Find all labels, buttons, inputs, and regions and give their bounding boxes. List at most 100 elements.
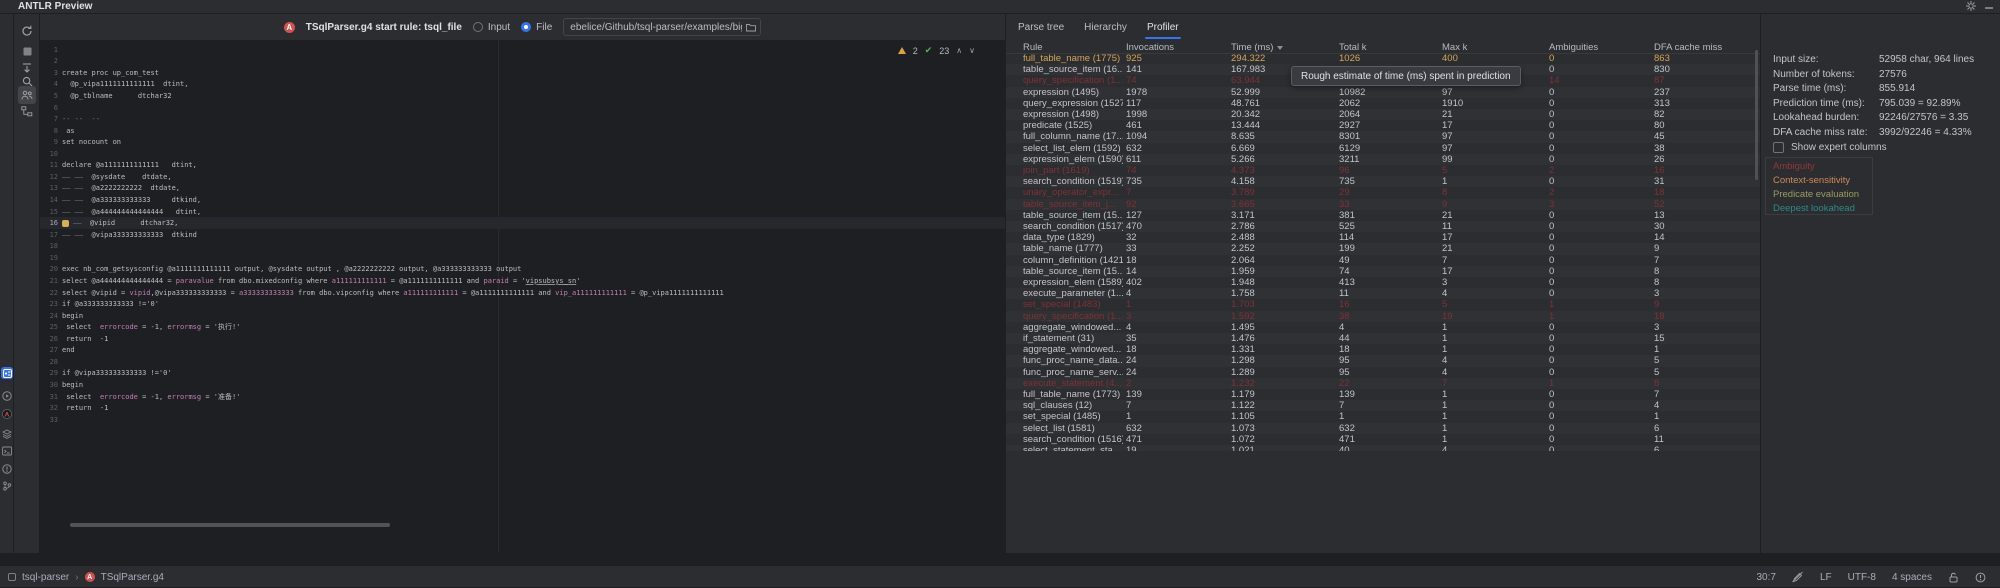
- value-cell: 17: [1442, 120, 1453, 131]
- column-header[interactable]: DFA cache miss: [1654, 42, 1722, 53]
- line-ending-selector[interactable]: LF: [1820, 572, 1832, 583]
- table-row[interactable]: predicate (1525)46113.444292717080: [1006, 120, 1760, 131]
- code-line: 8 as: [40, 125, 1005, 137]
- table-row[interactable]: expression (1495)197852.99910982970237: [1006, 87, 1760, 98]
- table-row[interactable]: search_condition (1516)4711.0724711011: [1006, 434, 1760, 445]
- code-token: paravalue: [176, 277, 214, 285]
- table-row[interactable]: join_part (1619)744.373965216: [1006, 165, 1760, 176]
- column-header[interactable]: Max k: [1442, 42, 1467, 53]
- rule-name-cell: aggregate_windowed...: [1023, 344, 1123, 355]
- input-radio-circle[interactable]: [473, 22, 483, 32]
- table-row[interactable]: query_expression (1527)11748.76120621910…: [1006, 98, 1760, 109]
- table-row[interactable]: full_column_name (17...10948.63583019704…: [1006, 131, 1760, 142]
- table-row[interactable]: func_proc_name_data...241.29895405: [1006, 355, 1760, 366]
- table-row[interactable]: query_specification (1...31.5923819118: [1006, 311, 1760, 322]
- file-radio-circle[interactable]: [521, 22, 531, 32]
- value-cell: 38: [1654, 143, 1665, 154]
- services-toolwindow-button[interactable]: [1, 428, 13, 440]
- table-row[interactable]: table_source_item (15...1273.17138121013: [1006, 210, 1760, 221]
- column-header[interactable]: Total k: [1339, 42, 1366, 53]
- value-cell: 1: [1442, 434, 1447, 445]
- refresh-icon[interactable]: [18, 22, 36, 40]
- table-row[interactable]: select_list_elem (1592)6326.669612997038: [1006, 143, 1760, 154]
- table-row[interactable]: select_list (1581)6321.073632106: [1006, 423, 1760, 434]
- column-header[interactable]: Rule: [1023, 42, 1043, 53]
- table-row[interactable]: expression_elem (1589)4021.948413308: [1006, 277, 1760, 288]
- folder-browse-icon[interactable]: [746, 23, 756, 32]
- unlock-icon[interactable]: [1948, 572, 1959, 583]
- terminal-toolwindow-button[interactable]: [1, 445, 13, 457]
- table-row[interactable]: table_source_item_j...923.665339352: [1006, 199, 1760, 210]
- inspections-widget[interactable]: 2 ✔ 23 ∧ ∨: [898, 45, 975, 56]
- value-cell: 8: [1442, 187, 1447, 198]
- tab-profiler[interactable]: Profiler: [1147, 14, 1179, 40]
- table-row[interactable]: set_special (1483)11.70316519: [1006, 299, 1760, 310]
- hide-tool-window-icon[interactable]: [1984, 1, 1994, 11]
- input-radio[interactable]: Input: [473, 22, 510, 33]
- line-number: 26: [40, 335, 58, 343]
- tab-hierarchy[interactable]: Hierarchy: [1084, 14, 1127, 40]
- input-file-field[interactable]: ebelice/Github/tsql-parser/examples/big.…: [563, 18, 761, 36]
- table-row[interactable]: expression_elem (1590)6115.266321199026: [1006, 154, 1760, 165]
- breadcrumb-file[interactable]: TSqlParser.g4: [101, 572, 164, 583]
- line-content: begin: [62, 381, 83, 389]
- table-row[interactable]: if_statement (31)351.476441015: [1006, 333, 1760, 344]
- problems-toolwindow-button[interactable]: [1, 463, 13, 475]
- table-row[interactable]: execute_statement (4...21.23222718: [1006, 378, 1760, 389]
- table-row[interactable]: sql_clauses (12)71.1227104: [1006, 400, 1760, 411]
- table-row[interactable]: set_special (1485)11.1051101: [1006, 411, 1760, 422]
- table-row[interactable]: expression (1498)199820.342206421082: [1006, 109, 1760, 120]
- caret-position[interactable]: 30:7: [1756, 572, 1775, 583]
- stop-icon[interactable]: [18, 42, 36, 60]
- column-header[interactable]: Time (ms): [1231, 42, 1283, 53]
- checkbox-box[interactable]: [1773, 142, 1784, 153]
- structure-icon[interactable]: [18, 102, 36, 120]
- table-row[interactable]: full_table_name (1775)925294.32210264000…: [1006, 53, 1760, 64]
- highlighting-disabled-icon[interactable]: [1792, 571, 1804, 583]
- ok-count: 23: [939, 46, 949, 56]
- table-vertical-scrollbar[interactable]: [1755, 50, 1758, 180]
- table-row[interactable]: unary_operator_expr...73.789298218: [1006, 187, 1760, 198]
- warning-count: 2: [913, 46, 918, 56]
- breadcrumb-project[interactable]: tsql-parser: [22, 572, 69, 583]
- antlr-preview-toolwindow-button[interactable]: [1, 367, 13, 379]
- table-row[interactable]: search_condition (1519)7354.1587351031: [1006, 176, 1760, 187]
- code-line: 14—— —— @a333333333333 dtkind,: [40, 194, 1005, 206]
- prev-problem-icon[interactable]: ∧: [956, 47, 962, 55]
- table-row[interactable]: search_condition (1517)4702.78652511030: [1006, 221, 1760, 232]
- column-header[interactable]: Ambiguities: [1549, 42, 1598, 53]
- indent-selector[interactable]: 4 spaces: [1892, 572, 1932, 583]
- value-cell: 0: [1549, 277, 1554, 288]
- horizontal-scrollbar[interactable]: [70, 523, 390, 527]
- line-content: —— —— @a2222222222 dtdate,: [62, 184, 180, 192]
- settings-gear-icon[interactable]: [1966, 1, 1976, 11]
- show-expert-columns-checkbox[interactable]: Show expert columns: [1773, 142, 1887, 153]
- tab-parse-tree[interactable]: Parse tree: [1018, 14, 1064, 40]
- table-row[interactable]: full_table_name (1773)1391.179139107: [1006, 389, 1760, 400]
- code-line: 27end: [40, 345, 1005, 357]
- intention-bulb-icon[interactable]: [62, 220, 69, 227]
- encoding-selector[interactable]: UTF-8: [1848, 572, 1876, 583]
- run-toolwindow-button[interactable]: [1, 390, 13, 402]
- notifications-icon[interactable]: [1975, 572, 1986, 583]
- antlr-toolwindow-button[interactable]: A: [1, 408, 13, 420]
- code-token: return -1: [62, 404, 108, 412]
- value-cell: 117: [1126, 98, 1141, 109]
- table-row[interactable]: table_source_item (15...141.959741708: [1006, 266, 1760, 277]
- value-cell: 0: [1549, 288, 1554, 299]
- file-radio[interactable]: File: [521, 22, 552, 33]
- next-problem-icon[interactable]: ∨: [969, 47, 975, 55]
- table-row[interactable]: execute_parameter (1...41.75811403: [1006, 288, 1760, 299]
- table-row[interactable]: func_proc_name_serv...241.28995405: [1006, 367, 1760, 378]
- table-row[interactable]: table_name (1777)332.2521992109: [1006, 243, 1760, 254]
- table-row[interactable]: column_definition (1421)182.06449707: [1006, 255, 1760, 266]
- git-toolwindow-button[interactable]: [1, 480, 13, 492]
- column-header[interactable]: Invocations: [1126, 42, 1174, 53]
- table-row[interactable]: select_statement_sta...191.02140406: [1006, 445, 1760, 451]
- code-editor[interactable]: 123create proc up_com_test4 @p_vipa11111…: [40, 40, 1005, 553]
- table-row[interactable]: aggregate_windowed...181.33118101: [1006, 344, 1760, 355]
- table-row[interactable]: aggregate_windowed...41.4954103: [1006, 322, 1760, 333]
- grammar-toolbar: A TSqlParser.g4 start rule: tsql_file In…: [40, 14, 1005, 40]
- table-row[interactable]: data_type (1829)322.48811417014: [1006, 232, 1760, 243]
- code-line: 20exec nb_com_getsysconfig @a11111111111…: [40, 264, 1005, 276]
